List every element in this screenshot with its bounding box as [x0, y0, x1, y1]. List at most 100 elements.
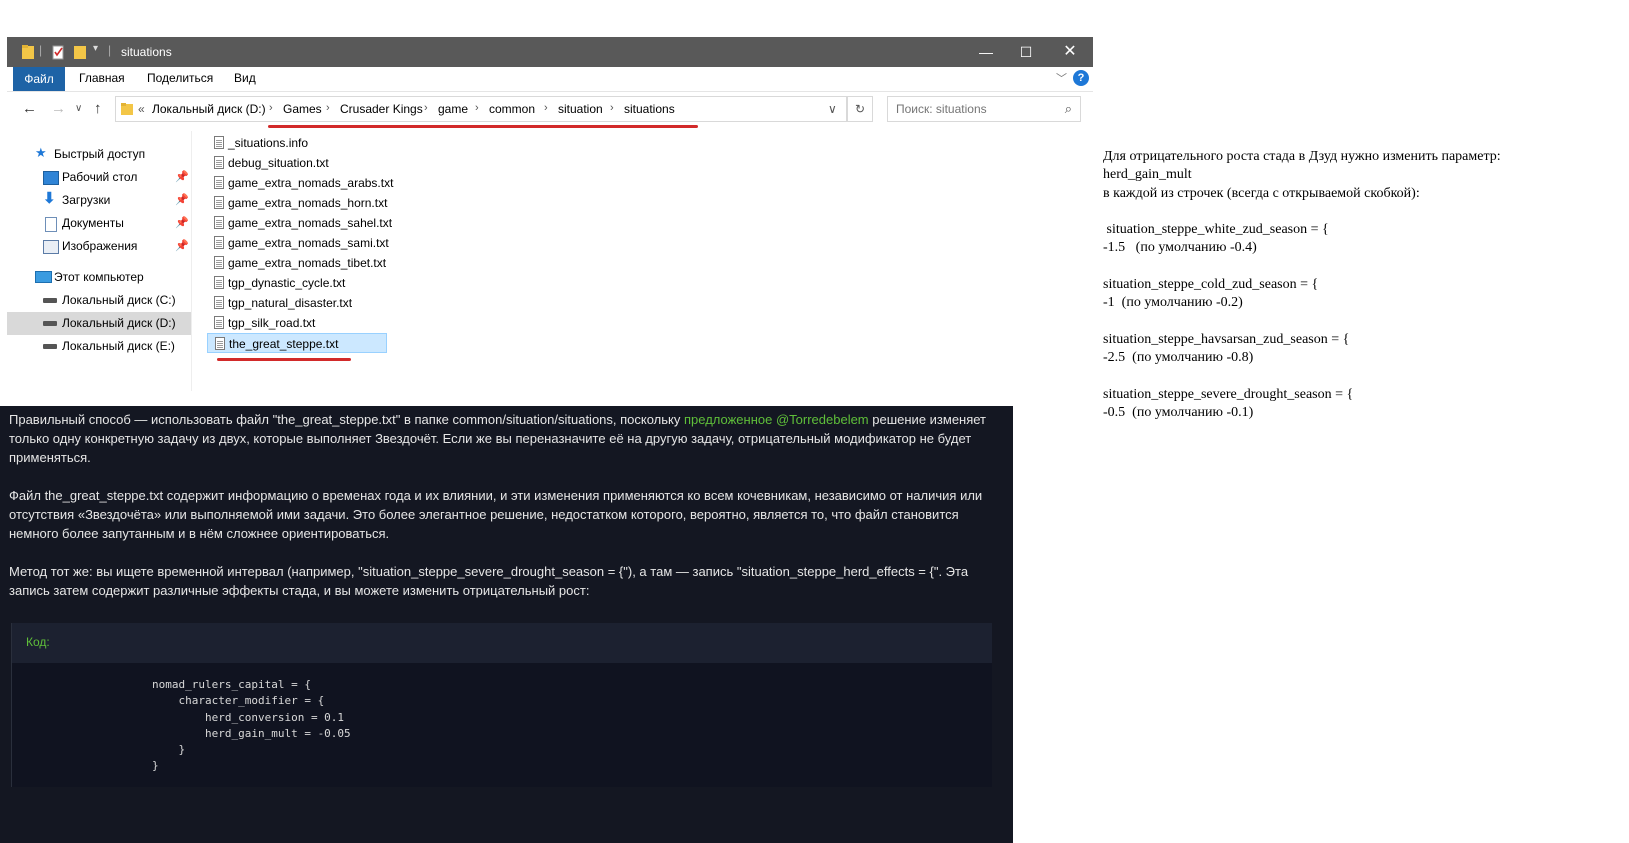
pin-icon[interactable]: 📌 [175, 189, 189, 212]
note-line [1103, 313, 1623, 331]
text-file-icon [214, 176, 224, 189]
note-line: situation_steppe_cold_zud_season = { [1103, 277, 1319, 293]
tab-view[interactable]: Вид [234, 71, 256, 85]
nav-desktop[interactable]: Рабочий стол 📌 [7, 166, 191, 189]
post-paragraph: Файл the_great_steppe.txt содержит инфор… [9, 488, 983, 541]
drive-icon [43, 321, 57, 326]
overflow-chevron[interactable]: « [138, 102, 145, 116]
properties-icon[interactable] [51, 44, 65, 60]
pin-icon[interactable]: 📌 [175, 166, 189, 189]
chevron-right-icon[interactable]: › [269, 102, 273, 114]
note-line: Для отрицательного роста стада в Дзуд ну… [1103, 149, 1501, 164]
file-item[interactable]: game_extra_nomads_sami.txt [207, 233, 389, 253]
mention-link[interactable]: предложенное @Torredebelem [684, 412, 869, 427]
nav-drive-c[interactable]: Локальный диск (C:) [7, 289, 191, 312]
file-item[interactable]: game_extra_nomads_tibet.txt [207, 253, 387, 273]
star-icon: ★ [35, 145, 47, 160]
breadcrumb-crusader-kings[interactable]: Crusader Kings [340, 102, 423, 116]
text-file-icon [214, 316, 224, 329]
nav-drive-e[interactable]: Локальный диск (E:) [7, 335, 191, 358]
nav-documents[interactable]: Документы 📌 [7, 212, 191, 235]
file-item[interactable]: game_extra_nomads_sahel.txt [207, 213, 392, 233]
search-icon[interactable]: ⌕ [1065, 101, 1072, 117]
chevron-right-icon[interactable]: › [475, 102, 479, 114]
text-file-icon [214, 236, 224, 249]
file-name: game_extra_nomads_horn.txt [228, 196, 388, 210]
code-header: Код: [12, 623, 992, 663]
chevron-right-icon[interactable]: › [610, 102, 614, 114]
post-paragraph: Метод тот же: вы ищете временной интерва… [9, 564, 969, 598]
search-input[interactable] [894, 101, 1058, 117]
nav-quick-access[interactable]: ★ Быстрый доступ [7, 143, 191, 166]
breadcrumb-situations[interactable]: situations [624, 102, 675, 116]
nav-drive-d[interactable]: Локальный диск (D:) [7, 312, 191, 335]
file-item[interactable]: debug_situation.txt [207, 153, 387, 173]
pin-icon[interactable]: 📌 [175, 212, 189, 235]
up-arrow-icon[interactable]: ↑ [94, 100, 102, 117]
text-file-icon [214, 156, 224, 169]
annotation-underline [217, 358, 351, 361]
back-arrow-icon[interactable]: ← [22, 100, 37, 117]
breadcrumb-game[interactable]: game [438, 102, 468, 116]
post-text: Правильный способ — использовать файл "t… [9, 412, 684, 427]
file-item[interactable]: game_extra_nomads_horn.txt [207, 193, 387, 213]
chevron-right-icon[interactable]: › [326, 102, 330, 114]
chevron-right-icon[interactable]: › [544, 102, 548, 114]
chevron-right-icon[interactable]: › [424, 102, 428, 114]
ribbon: Файл Главная Поделиться Вид ﹀ ? [7, 67, 1093, 92]
refresh-icon[interactable]: ↻ [847, 96, 873, 122]
breadcrumb-situation[interactable]: situation [558, 102, 603, 116]
separator: | [39, 43, 43, 57]
code-content[interactable]: nomad_rulers_capital = { character_modif… [152, 677, 351, 775]
folder-icon [121, 103, 133, 115]
text-file-icon [215, 337, 225, 350]
file-name: tgp_silk_road.txt [228, 316, 316, 330]
annotation-note: Для отрицательного роста стада в Дзуд ну… [1103, 148, 1623, 422]
note-line: в каждой из строчек (всегда с открываемо… [1103, 185, 1420, 201]
pin-icon[interactable]: 📌 [175, 235, 189, 258]
nav-this-pc[interactable]: Этот компьютер [7, 266, 191, 289]
tab-share[interactable]: Поделиться [147, 71, 213, 85]
new-folder-icon[interactable] [73, 44, 87, 60]
expand-ribbon-icon[interactable]: ﹀ [1056, 70, 1067, 86]
note-line: situation_steppe_white_zud_season = { [1103, 222, 1329, 238]
nav-label: Локальный диск (D:) [62, 316, 176, 330]
file-name: the_great_steppe.txt [229, 337, 339, 351]
note-line: situation_steppe_havsarsan_zud_season = … [1103, 331, 1350, 347]
address-row: ← → ∨ ↑ « Локальный диск (D:) › Games › … [7, 92, 1093, 126]
note-line [1103, 203, 1623, 221]
nav-label: Этот компьютер [54, 270, 144, 284]
chevron-down-icon[interactable]: ∨ [828, 102, 837, 116]
file-explorer-window: | ▾ | situations — ☐ ✕ Файл Главная Поде… [7, 37, 1093, 391]
breadcrumb-games[interactable]: Games [283, 102, 322, 116]
file-item[interactable]: tgp_natural_disaster.txt [207, 293, 387, 313]
breadcrumb-drive-d[interactable]: Локальный диск (D:) [152, 102, 266, 116]
file-name: debug_situation.txt [228, 156, 329, 170]
drive-icon [43, 298, 57, 303]
search-box[interactable]: ⌕ [887, 96, 1081, 122]
address-bar[interactable]: « Локальный диск (D:) › Games › Crusader… [115, 96, 847, 122]
file-item[interactable]: _situations.info [207, 133, 387, 153]
customize-toolbar-icon[interactable]: ▾ [93, 43, 98, 59]
maximize-button[interactable]: ☐ [1003, 37, 1049, 67]
help-icon[interactable]: ? [1073, 70, 1089, 86]
note-line: herd_gain_mult [1103, 167, 1192, 183]
text-file-icon [214, 216, 224, 229]
close-button[interactable]: ✕ [1047, 37, 1093, 67]
documents-icon [45, 217, 57, 232]
computer-icon [35, 271, 52, 283]
nav-downloads[interactable]: ⬇ Загрузки 📌 [7, 189, 191, 212]
forward-arrow-icon[interactable]: → [51, 100, 66, 117]
note-line [1103, 258, 1623, 276]
nav-label: Изображения [62, 239, 138, 253]
breadcrumb-common[interactable]: common [489, 102, 535, 116]
tab-home[interactable]: Главная [79, 71, 125, 85]
file-item[interactable]: game_extra_nomads_arabs.txt [207, 173, 393, 193]
nav-pictures[interactable]: Изображения 📌 [7, 235, 191, 258]
file-item-selected[interactable]: the_great_steppe.txt [207, 333, 387, 353]
file-item[interactable]: tgp_silk_road.txt [207, 313, 387, 333]
note-line: -2.5 (по умолчанию -0.8) [1103, 350, 1254, 366]
recent-locations-icon[interactable]: ∨ [75, 103, 82, 114]
file-item[interactable]: tgp_dynastic_cycle.txt [207, 273, 387, 293]
tab-file[interactable]: Файл [13, 67, 65, 91]
